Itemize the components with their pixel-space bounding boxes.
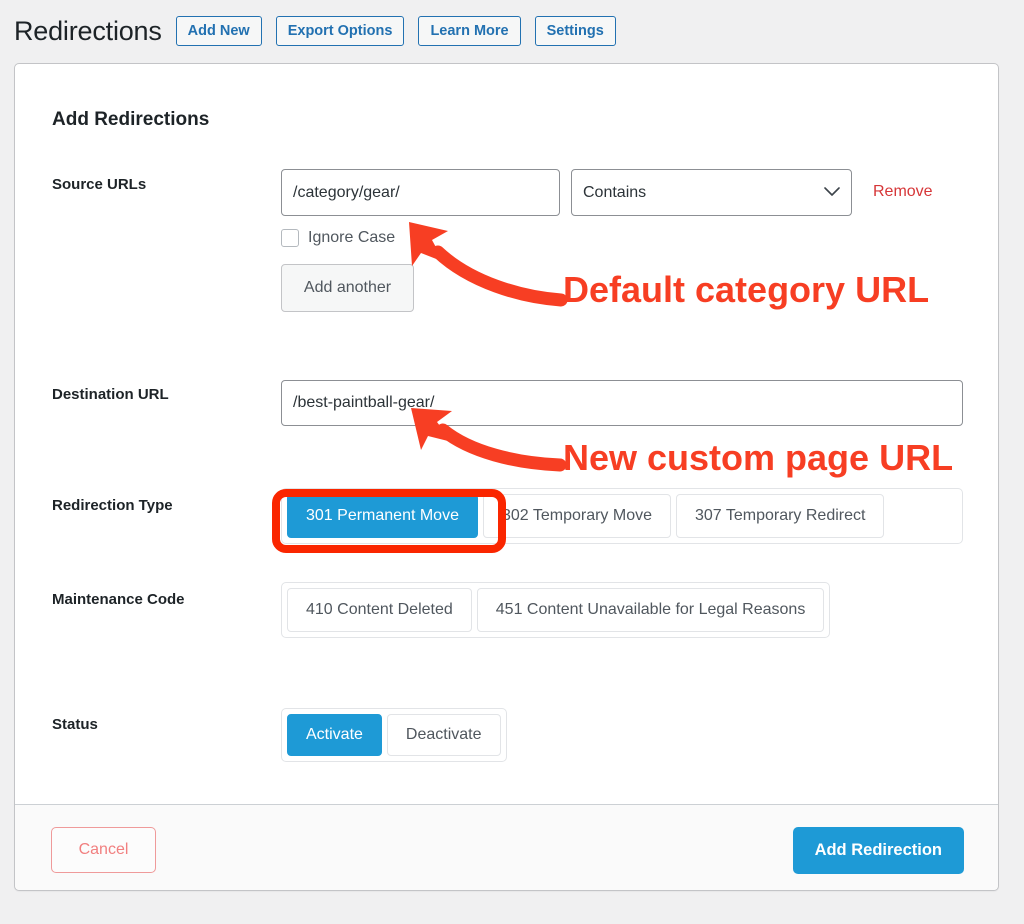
card-body: Add Redirections Source URLs Contains Re… — [15, 64, 998, 805]
redirection-type-label: Redirection Type — [52, 497, 173, 514]
redirection-type-option-302[interactable]: 302 Temporary Move — [483, 494, 671, 538]
match-type-select-box[interactable]: Contains — [571, 169, 852, 216]
remove-source-link[interactable]: Remove — [873, 183, 933, 201]
status-group: Activate Deactivate — [281, 708, 507, 762]
status-label: Status — [52, 716, 98, 733]
match-type-select[interactable]: Contains — [571, 169, 852, 216]
card-footer: Cancel Add Redirection — [15, 804, 998, 890]
add-new-button[interactable]: Add New — [176, 16, 262, 46]
ignore-case-row[interactable]: Ignore Case — [281, 229, 395, 247]
page-title: Redirections — [14, 18, 162, 45]
match-type-value: Contains — [583, 184, 646, 202]
maintenance-code-group: 410 Content Deleted 451 Content Unavaila… — [281, 582, 830, 638]
cancel-button[interactable]: Cancel — [51, 827, 156, 873]
ignore-case-checkbox[interactable] — [281, 229, 299, 247]
source-urls-label: Source URLs — [52, 176, 146, 193]
maintenance-code-option-451[interactable]: 451 Content Unavailable for Legal Reason… — [477, 588, 825, 632]
destination-url-input[interactable] — [281, 380, 963, 426]
redirections-page: Redirections Add New Export Options Lear… — [0, 0, 1024, 924]
ignore-case-label: Ignore Case — [308, 229, 395, 247]
add-redirections-card: Add Redirections Source URLs Contains Re… — [14, 63, 999, 891]
add-another-button[interactable]: Add another — [281, 264, 414, 312]
settings-button[interactable]: Settings — [535, 16, 616, 46]
maintenance-code-option-410[interactable]: 410 Content Deleted — [287, 588, 472, 632]
status-option-deactivate[interactable]: Deactivate — [387, 714, 501, 756]
destination-url-label: Destination URL — [52, 386, 169, 403]
export-options-button[interactable]: Export Options — [276, 16, 405, 46]
maintenance-code-label: Maintenance Code — [52, 591, 185, 608]
add-redirection-button[interactable]: Add Redirection — [793, 827, 964, 874]
redirection-type-group: 301 Permanent Move 302 Temporary Move 30… — [281, 488, 963, 544]
card-heading: Add Redirections — [52, 109, 209, 131]
learn-more-button[interactable]: Learn More — [418, 16, 520, 46]
chevron-down-icon — [824, 184, 840, 202]
status-option-activate[interactable]: Activate — [287, 714, 382, 756]
page-header: Redirections Add New Export Options Lear… — [14, 10, 616, 52]
source-url-input[interactable] — [281, 169, 560, 216]
redirection-type-option-301[interactable]: 301 Permanent Move — [287, 494, 478, 538]
redirection-type-option-307[interactable]: 307 Temporary Redirect — [676, 494, 884, 538]
